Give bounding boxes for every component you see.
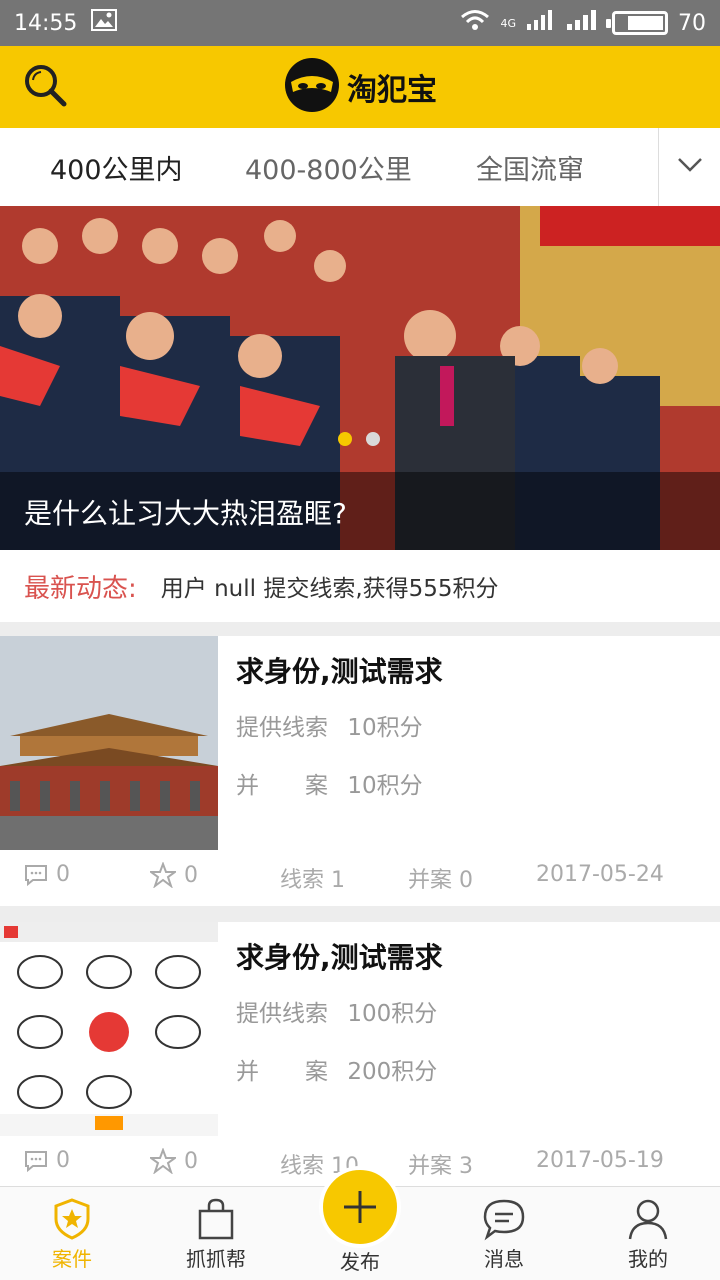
battery-icon (606, 11, 668, 35)
merged-count: 并案 0 (408, 868, 473, 893)
merge-reward: 并 案 10积分 (236, 773, 423, 799)
carousel-indicator (338, 432, 380, 446)
carousel-dot-active (338, 432, 352, 446)
case-title: 求身份,测试需求 (236, 655, 443, 688)
case-thumbnail (0, 922, 218, 1136)
user-icon (628, 1199, 668, 1240)
status-bar: 14:55 4G 70 (0, 0, 720, 46)
favorite-count[interactable]: 0 (150, 1148, 198, 1174)
case-date: 2017-05-19 (536, 1148, 664, 1173)
case-thumbnail (0, 636, 218, 850)
tab-expand-button[interactable] (658, 128, 720, 206)
tab-within-400km[interactable]: 400公里内 (50, 148, 183, 187)
star-icon (150, 862, 176, 888)
search-icon[interactable] (22, 62, 70, 110)
comment-icon (25, 864, 47, 886)
battery-level: 70 (678, 10, 706, 36)
merged-count: 并案 3 (408, 1154, 473, 1179)
gallery-icon (91, 9, 118, 37)
nav-profile[interactable]: 我的 (598, 1197, 698, 1272)
tab-400-800km[interactable]: 400-800公里 (245, 148, 412, 187)
case-date: 2017-05-24 (536, 862, 664, 887)
chevron-down-icon (677, 157, 703, 177)
nav-publish-label: 发布 (340, 1250, 380, 1274)
app-header: 淘犯宝 (0, 46, 720, 128)
nav-cases[interactable]: 案件 (22, 1197, 122, 1272)
signal-icon-2 (566, 9, 602, 37)
nav-messages[interactable]: 消息 (454, 1197, 554, 1272)
favorite-count[interactable]: 0 (150, 862, 198, 888)
brand-logo: 淘犯宝 (283, 56, 437, 118)
signal-icon (526, 9, 556, 37)
carousel-dot (366, 432, 380, 446)
case-card[interactable]: 求身份,测试需求 提供线索 100积分 并 案 200积分 0 0 线索 10 … (0, 922, 720, 1192)
distance-tabs: 400公里内 400-800公里 全国流窜 (0, 128, 720, 206)
badge-star-icon (54, 1198, 90, 1240)
comment-icon (25, 1150, 47, 1172)
banner-caption: 是什么让习大大热泪盈眶? (24, 497, 347, 530)
star-icon (150, 1148, 176, 1174)
tab-nationwide[interactable]: 全国流窜 (476, 148, 584, 187)
shopping-bag-icon (198, 1198, 234, 1240)
masked-thief-icon (283, 56, 341, 118)
publish-button[interactable] (319, 1166, 401, 1248)
chat-bubble-icon (483, 1199, 525, 1241)
clues-count: 线索 1 (280, 868, 345, 893)
nav-helpers[interactable]: 抓抓帮 (166, 1197, 266, 1272)
status-time: 14:55 (14, 10, 78, 36)
wifi-icon (460, 9, 490, 37)
news-ticker[interactable]: 最新动态: 用户 null 提交线索,获得555积分 (0, 550, 720, 622)
comment-count[interactable]: 0 (24, 1148, 70, 1173)
news-text: 用户 null 提交线索,获得555积分 (160, 576, 499, 602)
comment-count[interactable]: 0 (24, 862, 70, 887)
network-type: 4G (500, 16, 516, 30)
merge-reward: 并 案 200积分 (236, 1059, 438, 1085)
clue-reward: 提供线索 100积分 (236, 1001, 438, 1027)
brand-name: 淘犯宝 (347, 73, 437, 108)
clue-reward: 提供线索 10积分 (236, 715, 423, 741)
plus-icon (344, 1191, 376, 1223)
case-title: 求身份,测试需求 (236, 941, 443, 974)
news-label: 最新动态: (24, 573, 137, 604)
case-card[interactable]: 求身份,测试需求 提供线索 10积分 并 案 10积分 0 0 线索 1 并案 … (0, 636, 720, 906)
